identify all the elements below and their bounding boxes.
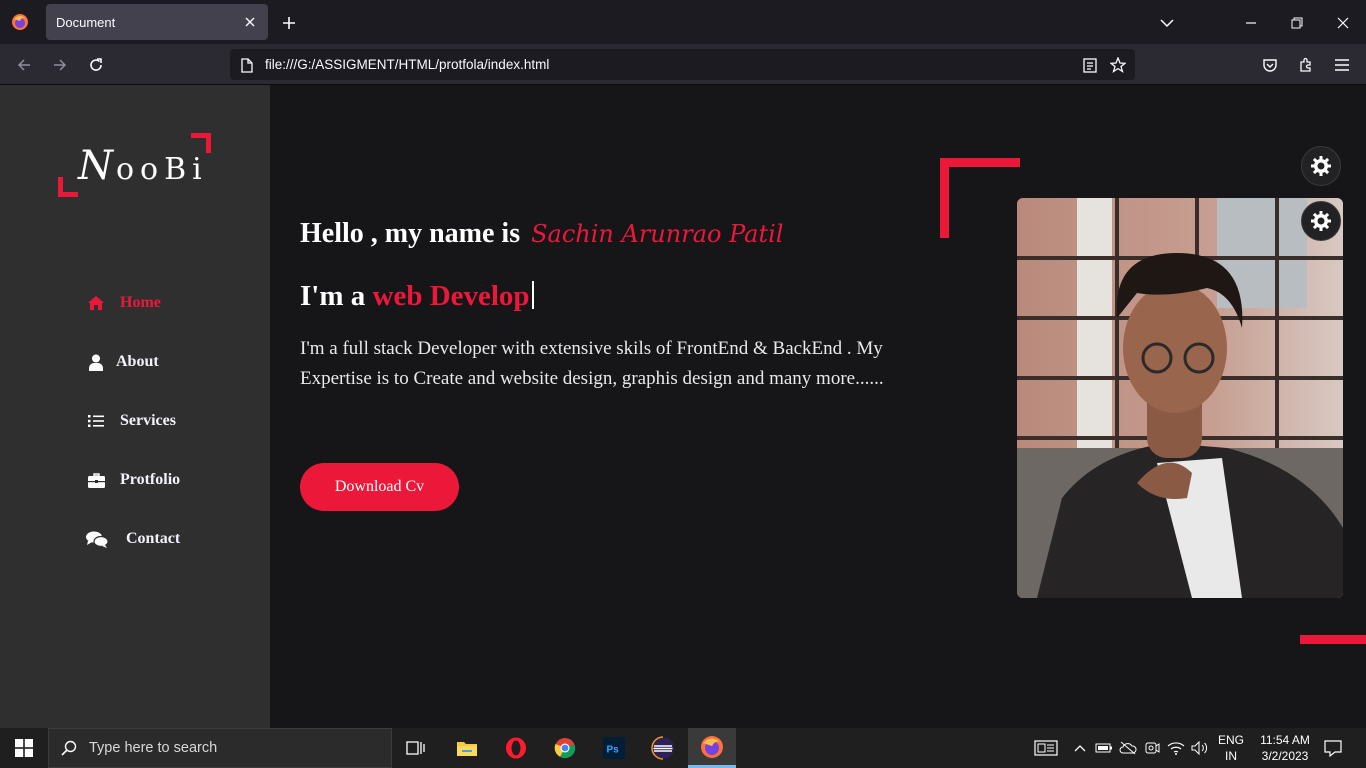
battery-icon[interactable]: [1094, 738, 1114, 758]
hamburger-menu-icon[interactable]: [1330, 53, 1354, 77]
taskbar-search-input[interactable]: Type here to search: [48, 728, 392, 768]
firefox-taskbar-icon[interactable]: [688, 728, 736, 768]
reader-view-icon[interactable]: [1081, 56, 1099, 74]
file-icon: [238, 56, 256, 74]
back-icon[interactable]: [12, 53, 36, 77]
hero-greeting: Hello , my name is Sachin Arunrao Patil: [300, 218, 784, 249]
url-bar[interactable]: file:///G:/ASSIGMENT/HTML/protfola/index…: [230, 49, 1135, 80]
style-switcher-gear-icon[interactable]: [1301, 146, 1341, 186]
eclipse-icon[interactable]: [639, 728, 687, 768]
briefcase-icon: [86, 470, 106, 490]
typed-role: web Develop: [372, 280, 530, 312]
hero-name: Sachin Arunrao Patil: [531, 220, 784, 248]
system-clock[interactable]: 11:54 AM 3/2/2023: [1252, 732, 1318, 764]
windows-taskbar: Type here to search Ps ENG IN 11:54 AM 3…: [0, 728, 1366, 768]
typing-cursor: [531, 281, 534, 309]
bookmark-star-icon[interactable]: [1109, 56, 1127, 74]
minimize-icon[interactable]: [1240, 12, 1262, 34]
photoshop-icon[interactable]: Ps: [590, 728, 638, 768]
sidebar-item-contact[interactable]: Contact: [86, 527, 180, 551]
decorative-bar: [1300, 635, 1366, 644]
sidebar: NooBi Home About Services Protfolio Cont…: [0, 85, 270, 728]
sidebar-item-label: Protfolio: [120, 471, 181, 488]
close-window-icon[interactable]: [1332, 12, 1354, 34]
windows-start-icon[interactable]: [0, 728, 48, 768]
onedrive-offline-icon[interactable]: [1118, 738, 1138, 758]
page-viewport: NooBi Home About Services Protfolio Cont…: [0, 85, 1366, 728]
extensions-icon[interactable]: [1294, 53, 1318, 77]
wifi-icon[interactable]: [1166, 738, 1186, 758]
search-placeholder: Type here to search: [89, 740, 218, 756]
volume-icon[interactable]: [1190, 738, 1210, 758]
browser-navigation-bar: file:///G:/ASSIGMENT/HTML/protfola/index…: [0, 44, 1366, 85]
sidebar-item-label: About: [116, 353, 159, 370]
hero-description: I'm a full stack Developer with extensiv…: [300, 338, 884, 389]
restore-icon[interactable]: [1286, 12, 1308, 34]
home-icon: [86, 293, 106, 313]
task-view-icon[interactable]: [392, 728, 440, 768]
notification-center-icon[interactable]: [1323, 738, 1343, 758]
opera-icon[interactable]: [492, 728, 540, 768]
browser-tab-bar: Document: [0, 0, 1366, 44]
news-widget-icon[interactable]: [1034, 738, 1058, 758]
sidebar-item-label: Home: [120, 294, 161, 311]
show-hidden-icons-chevron-icon[interactable]: [1070, 738, 1090, 758]
decorative-bracket: [940, 158, 1020, 238]
camera-icon[interactable]: [1142, 738, 1162, 758]
comments-icon: [86, 529, 108, 549]
user-icon: [86, 352, 106, 372]
pocket-icon[interactable]: [1258, 53, 1282, 77]
hero-role: I'm a web Develop: [300, 280, 534, 313]
theme-toggle-icon[interactable]: [1301, 201, 1341, 241]
reload-icon[interactable]: [84, 53, 108, 77]
logo-text: NooBi: [78, 143, 208, 189]
logo-corner-decoration: [58, 177, 78, 197]
list-icon: [86, 411, 106, 431]
browser-tab[interactable]: Document: [46, 4, 268, 40]
language-indicator[interactable]: ENG IN: [1214, 732, 1248, 764]
sidebar-item-label: Services: [120, 412, 176, 429]
close-tab-icon[interactable]: [242, 14, 258, 30]
sidebar-item-protfolio[interactable]: Protfolio: [86, 468, 180, 492]
logo[interactable]: NooBi: [58, 133, 211, 197]
sidebar-item-about[interactable]: About: [86, 350, 159, 374]
url-text[interactable]: file:///G:/ASSIGMENT/HTML/protfola/index…: [265, 57, 549, 72]
list-all-tabs-icon[interactable]: [1156, 12, 1178, 34]
profile-photo: [1017, 198, 1343, 598]
download-cv-button[interactable]: Download Cv: [300, 463, 459, 511]
sidebar-item-home[interactable]: Home: [86, 291, 161, 315]
chrome-icon[interactable]: [541, 728, 589, 768]
file-explorer-icon[interactable]: [443, 728, 491, 768]
svg-text:Ps: Ps: [607, 745, 620, 756]
search-icon: [61, 740, 77, 756]
firefox-menu-icon[interactable]: [0, 0, 40, 44]
sidebar-item-services[interactable]: Services: [86, 409, 176, 433]
new-tab-icon[interactable]: [278, 12, 300, 34]
tab-title: Document: [56, 14, 116, 30]
forward-icon[interactable]: [48, 53, 72, 77]
sidebar-item-label: Contact: [126, 530, 181, 547]
